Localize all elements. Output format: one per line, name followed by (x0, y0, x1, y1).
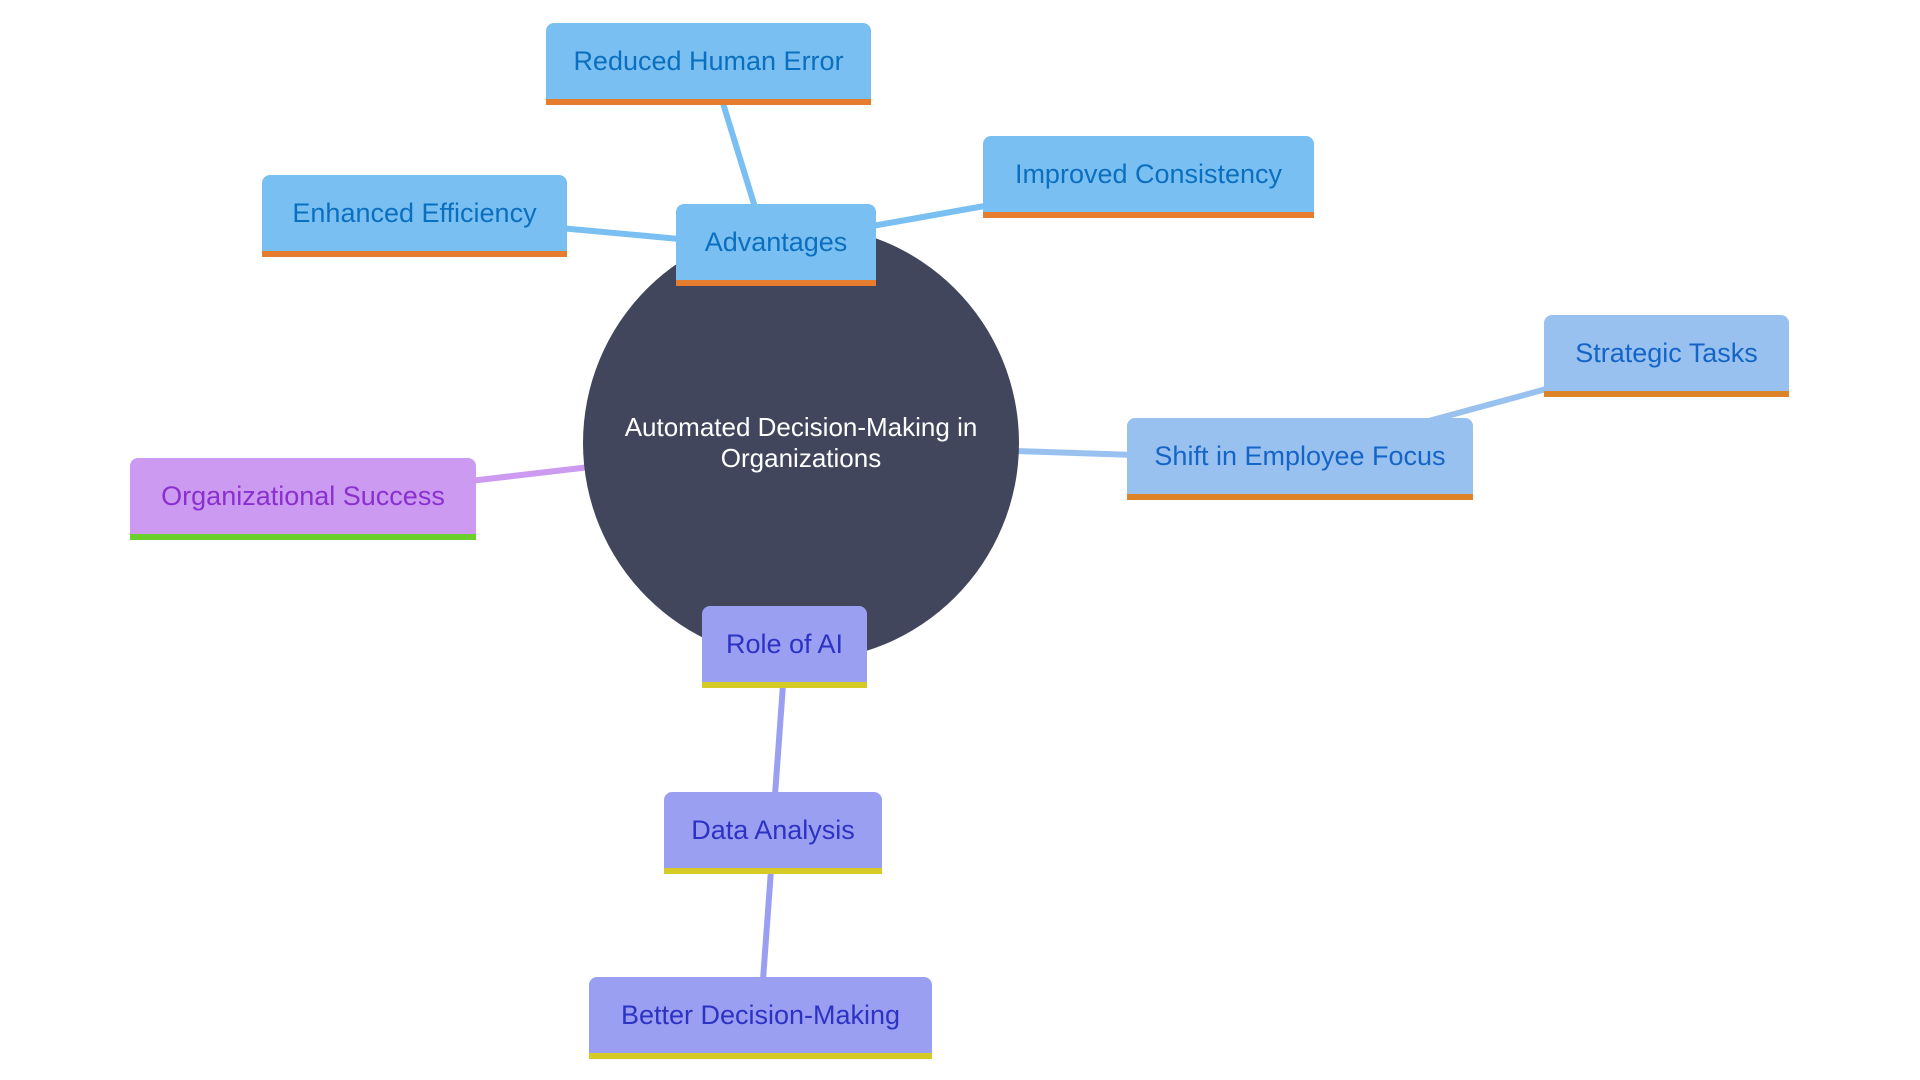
node-label: Advantages (704, 226, 848, 257)
node-strategic-tasks[interactable]: Strategic Tasks (1544, 315, 1789, 397)
node-label: Data Analysis (691, 814, 855, 845)
edge-role-ai-data-analysis (772, 684, 786, 796)
node-shift-in-employee-focus[interactable]: Shift in Employee Focus (1127, 418, 1473, 500)
node-data-analysis[interactable]: Data Analysis (664, 792, 882, 874)
root-node[interactable]: Automated Decision-Making in Organizatio… (583, 225, 1019, 661)
node-label: Strategic Tasks (1575, 337, 1758, 368)
node-label: Shift in Employee Focus (1154, 440, 1446, 471)
edge-advantages-enhanced-efficiency (559, 225, 691, 243)
node-reduced-human-error[interactable]: Reduced Human Error (546, 23, 871, 105)
node-enhanced-efficiency[interactable]: Enhanced Efficiency (262, 175, 567, 257)
node-label: Better Decision-Making (620, 999, 901, 1030)
node-label: Organizational Success (161, 480, 445, 511)
node-label: Improved Consistency (1014, 158, 1283, 189)
node-better-decision-making[interactable]: Better Decision-Making (589, 977, 932, 1059)
node-label: Role of AI (725, 628, 844, 659)
node-label: Reduced Human Error (573, 45, 844, 76)
node-advantages[interactable]: Advantages (676, 204, 876, 286)
node-improved-consistency[interactable]: Improved Consistency (983, 136, 1314, 218)
edge-root-shift-focus (1014, 448, 1136, 458)
node-organizational-success[interactable]: Organizational Success (130, 458, 476, 540)
edge-data-analysis-better-decisions (760, 869, 774, 981)
edge-shift-focus-strategic-tasks (1424, 385, 1551, 425)
root-node-label: Automated Decision-Making in Organizatio… (624, 412, 978, 473)
node-role-of-ai[interactable]: Role of AI (702, 606, 867, 688)
edge-root-org-success (469, 464, 591, 484)
node-label: Enhanced Efficiency (292, 197, 537, 228)
